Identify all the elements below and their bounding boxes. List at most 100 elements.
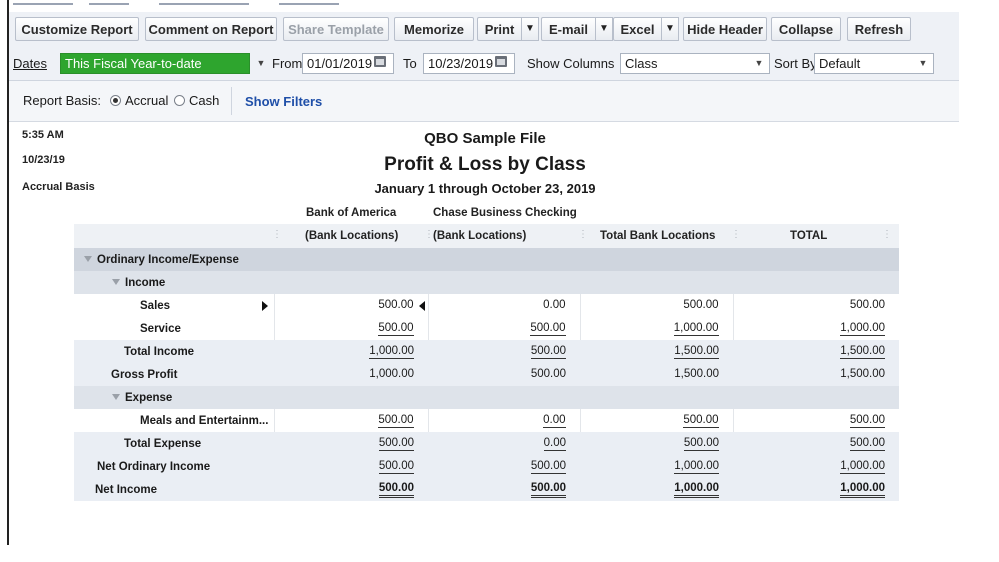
column-resize-handle[interactable]: ⋮: [578, 229, 588, 240]
row-label: Net Income: [74, 478, 274, 501]
table-row[interactable]: Meals and Entertainm... 500.00 0.00 500.…: [74, 409, 899, 432]
cell-value[interactable]: 500.00: [530, 482, 566, 498]
share-template-button[interactable]: Share Template: [283, 17, 389, 41]
sort-by-label: Sort By: [774, 56, 817, 71]
to-label: To: [403, 56, 417, 71]
column-resize-handle[interactable]: ⋮: [272, 229, 282, 240]
row-label: Net Ordinary Income: [74, 455, 274, 478]
cell-value[interactable]: 1,000.00: [840, 482, 885, 498]
cell-value[interactable]: 0.00: [543, 299, 565, 312]
column-header-chase: Chase Business Checking: [433, 207, 577, 219]
cell-value[interactable]: 1,000.00: [369, 345, 414, 359]
show-filters-link[interactable]: Show Filters: [245, 94, 322, 109]
report-period: January 1 through October 23, 2019: [374, 181, 596, 196]
report-title: Profit & Loss by Class: [384, 154, 586, 175]
table-row[interactable]: Service 500.00 500.00 1,000.00 1,000.00: [74, 317, 899, 340]
cell-value[interactable]: 1,500.00: [840, 345, 885, 359]
cash-radio[interactable]: [174, 95, 185, 106]
cell-value[interactable]: 500.00: [850, 299, 885, 312]
accrual-label[interactable]: Accrual: [125, 93, 168, 108]
cell-value[interactable]: 500.00: [849, 437, 885, 451]
table-row[interactable]: Net Income 500.00 500.00 1,000.00 1,000.…: [74, 478, 899, 501]
cell-value[interactable]: 500.00: [378, 322, 414, 336]
cell-value[interactable]: 500.00: [683, 299, 718, 312]
cell-value[interactable]: 500.00: [530, 460, 566, 474]
report-basis-text: Accrual Basis: [22, 181, 95, 193]
from-calendar-icon[interactable]: [374, 56, 386, 67]
cash-label[interactable]: Cash: [189, 93, 219, 108]
collapse-triangle-icon[interactable]: [84, 255, 92, 262]
comment-on-report-button[interactable]: Comment on Report: [145, 17, 277, 41]
cell-value[interactable]: 1,000.00: [674, 482, 719, 498]
cell-value[interactable]: 500.00: [683, 437, 719, 451]
row-label: Total Income: [74, 340, 274, 363]
accrual-radio[interactable]: [110, 95, 121, 106]
table-row[interactable]: Sales 500.00 0.00 500.00 500.00: [74, 294, 899, 317]
sort-by-dropdown-icon[interactable]: ▼: [914, 53, 932, 74]
email-button[interactable]: E-mail: [541, 17, 595, 41]
cell-value[interactable]: 1,500.00: [840, 368, 885, 381]
table-row[interactable]: Net Ordinary Income 500.00 500.00 1,000.…: [74, 455, 899, 478]
cell-value[interactable]: 500.00: [378, 482, 414, 498]
cell-value[interactable]: 1,000.00: [673, 322, 719, 336]
cell-value[interactable]: 500.00: [378, 299, 413, 312]
table-row[interactable]: Total Expense 500.00 0.00 500.00 500.00: [74, 432, 899, 455]
report-table: Ordinary Income/Expense Income Sales 500…: [74, 248, 899, 501]
show-columns-select[interactable]: Class: [620, 53, 770, 74]
column-header-total-bank-locations: Total Bank Locations: [600, 230, 716, 242]
cell-value[interactable]: 500.00: [531, 368, 566, 381]
dates-dropdown-icon[interactable]: ▼: [252, 53, 270, 74]
column-resize-handle[interactable]: ⋮: [882, 229, 892, 240]
table-row[interactable]: Expense: [74, 386, 899, 409]
customize-report-button[interactable]: Customize Report: [15, 17, 139, 41]
row-label: Sales: [140, 299, 171, 312]
hide-header-button[interactable]: Hide Header: [683, 17, 767, 41]
column-header-total: TOTAL: [790, 230, 828, 242]
show-columns-label: Show Columns: [527, 56, 615, 71]
column-resize-handle[interactable]: ⋮: [731, 229, 741, 240]
dates-select[interactable]: This Fiscal Year-to-date: [60, 53, 250, 74]
cell-value[interactable]: 1,000.00: [369, 368, 414, 381]
collapse-triangle-icon[interactable]: [112, 278, 120, 285]
top-strip: [9, 0, 959, 8]
cell-value[interactable]: 500.00: [530, 322, 566, 336]
cell-value[interactable]: 1,500.00: [674, 345, 719, 359]
table-row[interactable]: Gross Profit 1,000.00 500.00 1,500.00 1,…: [74, 363, 899, 386]
move-column-right-icon[interactable]: [262, 301, 268, 311]
collapse-button[interactable]: Collapse: [771, 17, 841, 41]
cell-value[interactable]: 1,500.00: [674, 368, 719, 381]
table-row[interactable]: Ordinary Income/Expense: [74, 248, 899, 271]
row-label: Gross Profit: [74, 363, 274, 386]
cell-value[interactable]: 500.00: [530, 345, 566, 359]
cell-value[interactable]: 0.00: [543, 414, 566, 428]
email-dropdown-icon[interactable]: ▼: [595, 17, 613, 41]
to-calendar-icon[interactable]: [495, 56, 507, 67]
column-header-bank-of-america-sub: (Bank Locations): [305, 230, 399, 242]
cell-value[interactable]: 1,000.00: [674, 460, 719, 474]
refresh-button[interactable]: Refresh: [847, 17, 911, 41]
report-time: 5:35 AM: [22, 129, 64, 141]
row-label: Income: [125, 276, 166, 289]
cell-value[interactable]: 1,000.00: [840, 460, 885, 474]
collapse-triangle-icon[interactable]: [112, 393, 120, 400]
cell-value[interactable]: 500.00: [683, 414, 719, 428]
cell-value[interactable]: 500.00: [378, 460, 414, 474]
row-label: Expense: [125, 391, 173, 404]
cell-value[interactable]: 500.00: [378, 437, 414, 451]
table-row[interactable]: Income: [74, 271, 899, 294]
excel-dropdown-icon[interactable]: ▼: [661, 17, 679, 41]
print-dropdown-icon[interactable]: ▼: [521, 17, 539, 41]
memorize-button[interactable]: Memorize: [394, 17, 474, 41]
cell-value[interactable]: 500.00: [378, 414, 414, 428]
excel-button[interactable]: Excel: [613, 17, 661, 41]
show-columns-dropdown-icon[interactable]: ▼: [750, 53, 768, 74]
row-label: Ordinary Income/Expense: [97, 253, 239, 266]
print-button[interactable]: Print: [477, 17, 521, 41]
cell-value[interactable]: 0.00: [543, 437, 566, 451]
cell-value[interactable]: 1,000.00: [840, 322, 885, 336]
cell-value[interactable]: 500.00: [849, 414, 885, 428]
report-basis-row: Report Basis: Accrual Cash Show Filters: [9, 81, 959, 122]
move-column-left-icon[interactable]: [419, 301, 425, 311]
column-resize-handle[interactable]: ⋮: [424, 229, 434, 240]
table-row[interactable]: Total Income 1,000.00 500.00 1,500.00 1,…: [74, 340, 899, 363]
